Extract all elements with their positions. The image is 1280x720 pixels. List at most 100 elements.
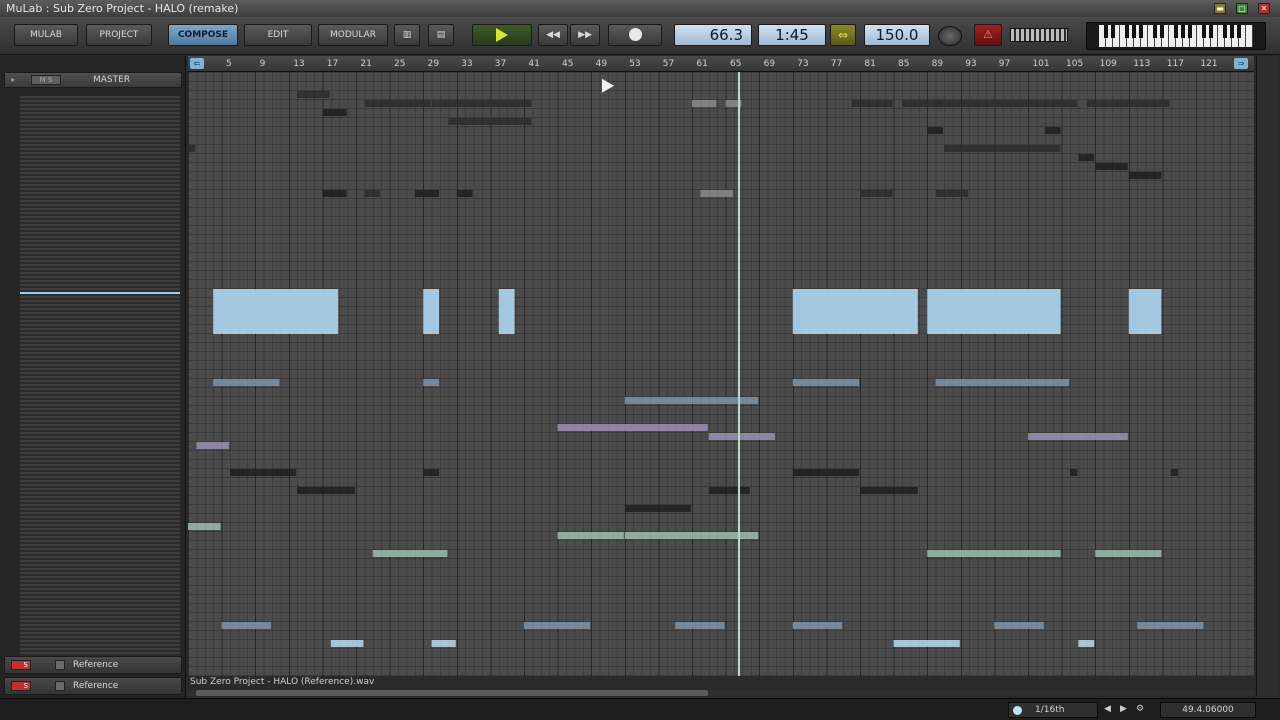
clip[interactable] [431,640,456,647]
fast-forward-button[interactable]: ▶▶ [570,24,600,46]
play-button[interactable] [472,24,532,46]
clip[interactable] [675,622,725,629]
arrangement-grid[interactable] [188,72,1254,676]
clip[interactable] [297,91,330,98]
clip[interactable] [423,289,439,334]
compose-tab[interactable]: COMPOSE [168,24,238,46]
clip[interactable] [860,190,893,197]
record-button[interactable] [608,24,662,46]
expand-arrow-icon[interactable]: ▸ [11,73,15,87]
clip[interactable] [498,289,515,334]
black-key[interactable] [1237,25,1241,38]
clip[interactable] [944,145,1061,152]
mini-keyboard[interactable] [1086,22,1266,50]
clip[interactable] [935,379,1069,386]
modular-tab[interactable]: MODULAR [318,24,388,46]
clip[interactable] [624,505,691,512]
reference-track-header[interactable]: S Reference [4,677,182,695]
clip[interactable] [364,100,431,107]
bar-position-display[interactable]: 66.3 [674,24,752,46]
clip[interactable] [692,100,717,107]
black-key[interactable] [1111,25,1115,38]
metronome-button[interactable]: ⚠ [974,24,1002,46]
clip[interactable] [557,424,708,431]
clip[interactable] [213,379,280,386]
loop-start-marker[interactable]: ⇐ [190,58,204,69]
clip[interactable] [708,433,775,440]
clip[interactable] [448,118,532,125]
prev-button[interactable]: ◀ [1104,704,1111,714]
clip[interactable] [330,640,364,647]
black-key[interactable] [1125,25,1129,38]
mulab-menu-button[interactable]: MULAB [14,24,78,46]
record-arm-button[interactable]: S [11,660,31,670]
black-key[interactable] [1181,25,1185,38]
clip[interactable] [1128,289,1162,334]
clip[interactable] [524,622,591,629]
clip[interactable] [230,469,297,476]
clip[interactable] [1086,100,1170,107]
loop-end-marker[interactable]: ⇒ [1234,58,1248,69]
project-menu-button[interactable]: PROJECT [86,24,152,46]
close-button[interactable]: ✕ [1258,3,1270,14]
black-key[interactable] [1174,25,1178,38]
black-key[interactable] [1188,25,1192,38]
track-list[interactable] [20,96,180,656]
clip[interactable] [456,190,473,197]
clip[interactable] [1137,622,1204,629]
clip[interactable] [893,640,960,647]
clip[interactable] [322,190,347,197]
rewind-button[interactable]: ◀◀ [538,24,568,46]
clip[interactable] [423,379,439,386]
record-arm-button[interactable]: S [11,681,31,691]
layout-icon[interactable]: ▤ [428,24,454,46]
clip[interactable] [792,622,843,629]
time-display[interactable]: 1:45 [758,24,826,46]
clip[interactable] [1095,550,1162,557]
maximize-button[interactable]: ▢ [1236,3,1248,14]
clip[interactable] [792,379,859,386]
black-key[interactable] [1153,25,1157,38]
clip[interactable] [1095,163,1128,170]
minimize-button[interactable]: ▬ [1214,3,1226,14]
clip[interactable] [188,523,221,530]
clip[interactable] [792,289,918,334]
clip[interactable] [700,190,733,197]
clip[interactable] [196,442,229,449]
clip[interactable] [1044,127,1061,134]
clip[interactable] [414,190,439,197]
clip[interactable] [297,487,355,494]
clip[interactable] [927,289,1061,334]
black-key[interactable] [1230,25,1234,38]
clip[interactable] [213,289,339,334]
clip[interactable] [708,487,750,494]
black-key[interactable] [1202,25,1206,38]
clip[interactable] [935,190,969,197]
clip[interactable] [927,550,1061,557]
mixer-icon[interactable]: ▥ [394,24,420,46]
reference-track-header[interactable]: S Reference [4,656,182,674]
next-button[interactable]: ▶ [1120,704,1127,714]
clip[interactable] [1078,640,1095,647]
clip[interactable] [557,532,624,539]
clip[interactable] [188,145,196,152]
black-key[interactable] [1139,25,1143,38]
clip[interactable] [372,550,448,557]
timeline-ruler[interactable]: ⇐ 5 9 13 17 21 25 29 33 37 41 45 49 53 57 61 65 69 73 77 81… [188,56,1254,72]
clip[interactable] [1128,172,1162,179]
clip[interactable] [1078,154,1095,161]
clip[interactable] [364,190,381,197]
edit-tab[interactable]: EDIT [244,24,312,46]
playhead[interactable] [738,72,740,676]
clip[interactable] [935,100,1078,107]
clip[interactable] [322,109,347,116]
clip[interactable] [860,487,918,494]
clip[interactable] [792,469,859,476]
black-key[interactable] [1209,25,1213,38]
clip[interactable] [1070,469,1078,476]
black-key[interactable] [1104,25,1108,38]
clip[interactable] [927,127,943,134]
clip[interactable] [994,622,1044,629]
black-key[interactable] [1132,25,1136,38]
loop-toggle[interactable]: ⇔ [830,24,856,46]
